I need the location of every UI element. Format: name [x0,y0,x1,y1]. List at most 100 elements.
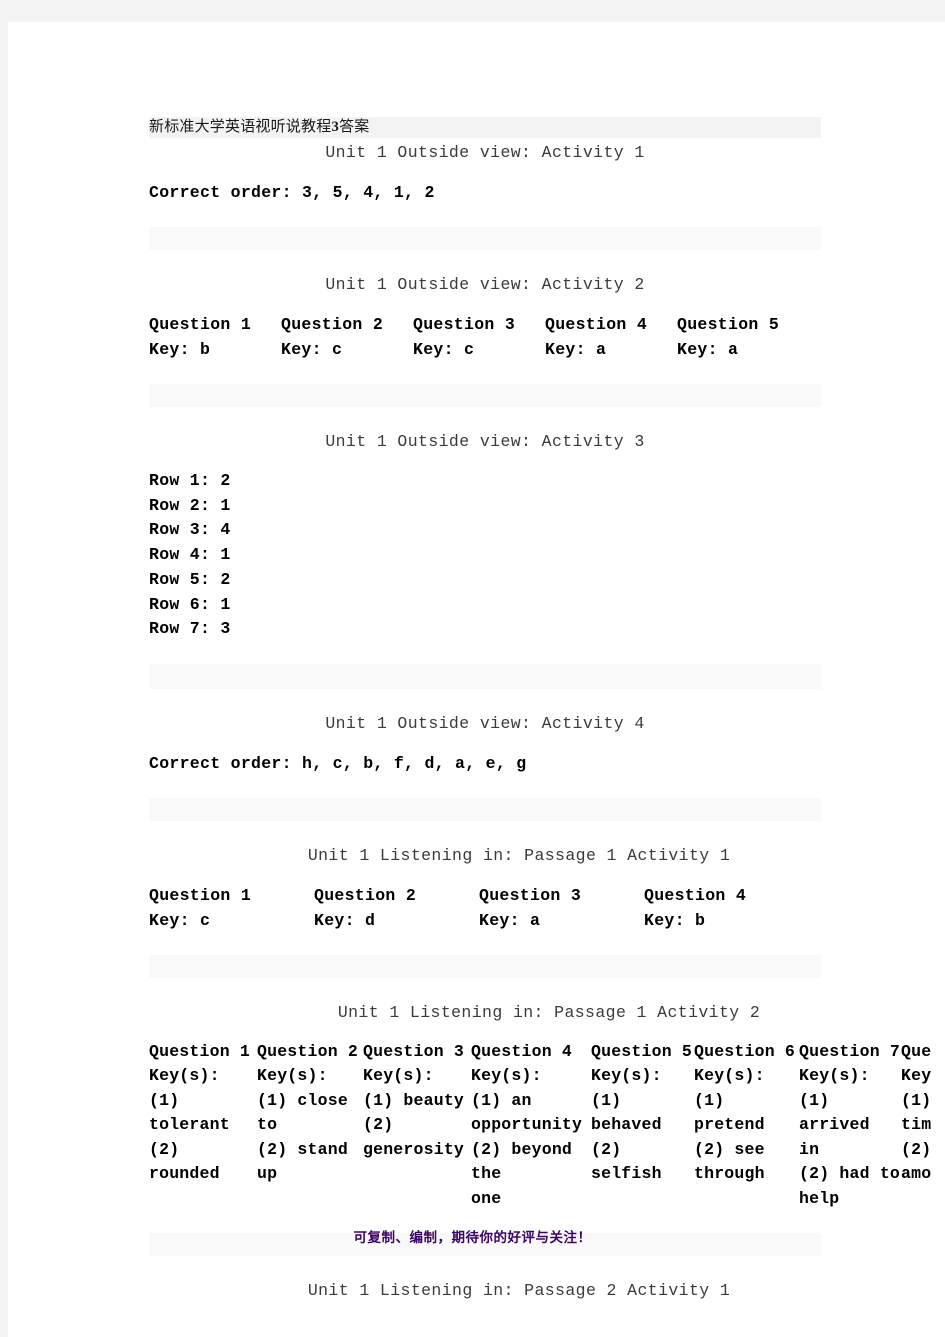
keys-column-question: Question 3 [363,1041,465,1061]
keys-column-line: (2) beyond the [471,1139,573,1184]
section-heading-u1-ov-a3: Unit 1 Outside view: Activity 3 [325,432,645,451]
keys-column-question: Question 6 [694,1041,796,1061]
keys-column-line [694,1187,799,1212]
keys-column-line: (1) [149,1090,180,1110]
section-heading-u1-ov-a2: Unit 1 Outside view: Activity 2 [325,275,645,294]
keys-column-line: (1) an [471,1090,532,1110]
keys-column-line: (1) arrived [799,1090,870,1135]
keys-column-question: Que [901,1041,932,1061]
question-label: Question 1 [149,885,252,905]
keys-column-line: (2) [363,1115,394,1135]
question-key: Key: b [644,910,706,930]
keys-column-line: (2) had to [799,1164,901,1184]
keys-column-line: (2) see [694,1139,765,1159]
row-answer-list-u1-ov-a3: Row 1: 2 Row 2: 1 Row 3: 4 Row 4: 1 Row … [149,469,945,642]
section-separator-2 [149,384,821,407]
answer-line-u1-ov-a4: Correct order: h, c, b, f, d, a, e, g [149,753,527,773]
keys-column-line: (1) [591,1090,622,1110]
question-column: Question 1 Key: c [149,883,314,933]
keys-column: Question 4 Key(s): (1) an opportunity (2… [471,1040,591,1212]
keys-column-line: (2) [901,1139,932,1159]
question-label: Question 5 [677,315,780,334]
keys-column-label: Key(s): [694,1066,765,1086]
keys-column-line: one [471,1188,502,1208]
document-title-suffix: 答案 [339,119,370,135]
keys-column-line: through [694,1164,765,1184]
question-label: Question 3 [479,885,582,905]
section-heading-u1-li-p1-a1: Unit 1 Listening in: Passage 1 Activity … [307,845,731,865]
row-answer-item: Row 5: 2 [149,569,231,589]
keys-column-line: in [799,1139,820,1159]
keys-table-u1-li-p1-a2: Question 1 Key(s): (1) tolerant (2) roun… [149,1040,945,1212]
keys-column-question: Question 5 [591,1041,693,1061]
question-column: Question 1 Key: b [149,312,281,362]
footer-promo-note: 可复制、编制，期待你的好评与关注！ [353,1230,592,1245]
section-heading-u1-li-p2-a1: Unit 1 Listening in: Passage 2 Activity … [307,1281,731,1301]
question-key: Key: c [281,340,343,359]
keys-column-line: amo [901,1164,932,1184]
keys-column-line: to [257,1115,278,1135]
section-heading-u1-ov-a1: Unit 1 Outside view: Activity 1 [325,143,645,162]
keys-column-label: Key(s): [257,1066,328,1086]
document-content: 新标准大学英语视听说教程3答案 Unit 1 Outside view: Act… [149,117,945,1304]
question-column: Question 2 Key: d [314,883,479,933]
keys-column-line: up [257,1164,278,1184]
section-separator-3 [149,663,821,689]
keys-column-line [363,1162,471,1187]
keys-column-line: generosity [363,1139,465,1159]
keys-column-line: help [799,1188,840,1208]
keys-column-label: Key(s): [363,1066,434,1086]
keys-column: Question 1 Key(s): (1) tolerant (2) roun… [149,1040,257,1212]
keys-column-line: (1) close [257,1090,348,1110]
question-column: Question 4 Key: b [644,883,809,933]
question-label: Question 4 [644,885,747,905]
question-label: Question 1 [149,315,252,334]
question-grid-u1-ov-a2: Question 1 Key: b Question 2 Key: c Ques… [149,312,945,362]
keys-column-question: Question 1 [149,1041,251,1061]
keys-column-line: (1) [901,1090,932,1110]
keys-column-question: Question 7 [799,1041,901,1061]
keys-column-line: opportunity [471,1115,583,1135]
keys-column-line: (1) beauty [363,1090,465,1110]
question-label: Question 3 [413,315,516,334]
section-separator-5 [149,954,821,978]
keys-column-question: Question 2 [257,1041,359,1061]
keys-column-label: Key(s): [591,1066,662,1086]
row-answer-item: Row 1: 2 [149,471,231,490]
question-label: Question 2 [314,885,417,905]
question-key: Key: c [149,910,211,930]
keys-column: Question 7 Key(s): (1) arrived in (2) ha… [799,1040,901,1212]
keys-column: Question 3 Key(s): (1) beauty (2) genero… [363,1040,471,1212]
row-answer-item: Row 3: 4 [149,520,231,540]
keys-column-label: Key [901,1066,932,1086]
row-answer-item: Row 6: 1 [149,594,231,614]
document-page: 新标准大学英语视听说教程3答案 Unit 1 Outside view: Act… [8,22,945,1337]
keys-column-line: (1) pretend [694,1090,765,1135]
page-left-margin-band [0,22,8,1337]
section-separator-1 [149,227,821,250]
question-key: Key: a [479,910,541,930]
question-label: Question 2 [281,315,384,334]
section-heading-u1-ov-a4: Unit 1 Outside view: Activity 4 [325,713,645,733]
question-key: Key: d [314,910,376,930]
question-column: Question 2 Key: c [281,312,413,362]
question-column: Question 4 Key: a [545,312,677,362]
row-answer-item: Row 4: 1 [149,545,231,565]
question-grid-u1-li-p1-a1: Question 1 Key: c Question 2 Key: d Ques… [149,883,945,933]
section-heading-u1-li-p1-a2: Unit 1 Listening in: Passage 1 Activity … [337,1002,761,1022]
question-column: Question 3 Key: c [413,312,545,362]
question-column: Question 3 Key: a [479,883,644,933]
question-label: Question 4 [545,315,648,334]
question-key: Key: b [149,340,211,359]
keys-column-line: (2) stand [257,1139,348,1159]
keys-column-clipped: Que Key (1) tim (2) amo [901,1040,945,1212]
document-title-cn: 新标准大学英语视听说教程 [149,119,332,135]
question-key: Key: c [413,340,475,359]
row-answer-item: Row 7: 3 [149,619,231,639]
row-answer-item: Row 2: 1 [149,495,231,515]
keys-column-label: Key(s): [149,1066,220,1086]
keys-column-label: Key(s): [799,1066,870,1086]
keys-column-label: Key(s): [471,1066,542,1086]
keys-column: Question 2 Key(s): (1) close to (2) stan… [257,1040,363,1212]
question-key: Key: a [677,340,739,359]
